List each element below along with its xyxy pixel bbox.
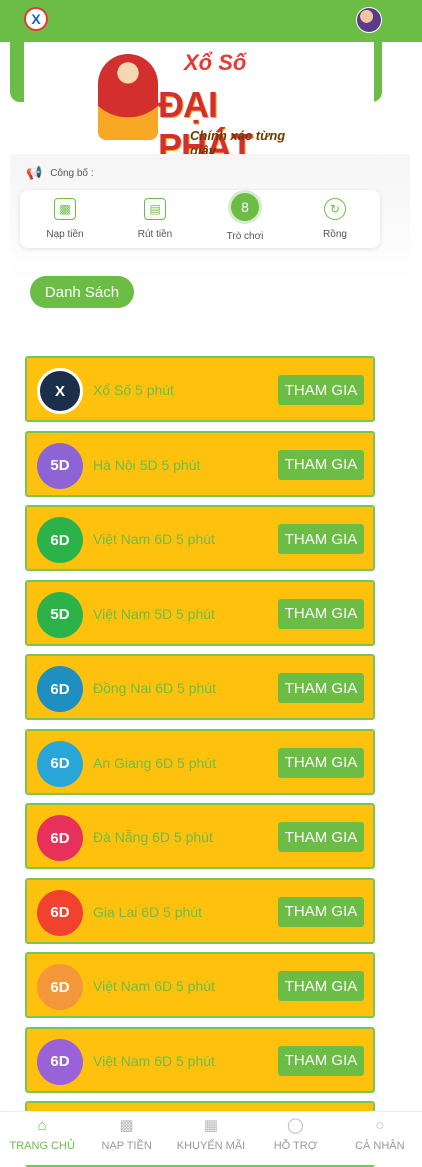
- game-card[interactable]: X Xổ Số 5 phút THAM GIA: [25, 356, 375, 422]
- game-name: Việt Nam 6D 5 phút: [93, 1052, 215, 1069]
- game-name: Hà Nội 5D 5 phút: [93, 456, 201, 473]
- brand-logo: Xổ Số ĐẠI PHÁT Chính xác từng giây: [98, 48, 308, 167]
- join-button[interactable]: THAM GIA: [278, 971, 364, 1001]
- nav-profile-label: CÁ NHÂN: [355, 1140, 405, 1152]
- withdraw-icon: ▤: [144, 198, 166, 220]
- dongnai-6d-game-icon: 6D: [37, 666, 83, 712]
- deposit-icon: ▩: [54, 198, 76, 220]
- game-name: An Giang 6D 5 phút: [93, 754, 216, 771]
- join-button[interactable]: THAM GIA: [278, 673, 364, 703]
- quick-dragon[interactable]: ↻ Rồng: [290, 190, 380, 248]
- user-icon: ○: [375, 1116, 385, 1134]
- game-card[interactable]: 6D Đồng Nai 6D 5 phút THAM GIA: [25, 654, 375, 720]
- game-name: Xổ Số 5 phút: [93, 382, 174, 398]
- join-button[interactable]: THAM GIA: [278, 375, 364, 405]
- game-name: Đà Nẵng 6D 5 phút: [93, 829, 213, 845]
- quick-game[interactable]: 8 Trò chơi: [200, 190, 290, 248]
- quick-deposit-label: Nạp tiền: [46, 229, 84, 240]
- home-icon: ⌂: [37, 1116, 47, 1134]
- game-card[interactable]: 6D Đà Nẵng 6D 5 phút THAM GIA: [25, 803, 375, 869]
- join-button[interactable]: THAM GIA: [278, 747, 364, 778]
- notice-bar: 📢 Công bố :: [26, 165, 94, 181]
- game-card[interactable]: 6D Việt Nam 6D 5 phút THAM GIA: [25, 505, 375, 571]
- game-card[interactable]: 5D Việt Nam 5D 5 phút THAM GIA: [25, 579, 375, 646]
- game-card[interactable]: 5D Hà Nội 5D 5 phút THAM GIA: [25, 430, 375, 497]
- gift-icon: ▦: [203, 1117, 219, 1134]
- game-name: Việt Nam 5D 5 phút: [93, 605, 215, 622]
- join-button[interactable]: THAM GIA: [278, 896, 364, 927]
- vietnam-6d-game-icon: 6D: [37, 517, 83, 563]
- nav-deposit[interactable]: ▩ NẠP TIỀN: [84, 1112, 168, 1165]
- x-logo-icon[interactable]: X: [24, 7, 48, 31]
- quick-game-label: Trò chơi: [226, 231, 264, 242]
- join-button[interactable]: THAM GIA: [278, 449, 364, 480]
- nav-deposit-label: NẠP TIỀN: [101, 1140, 152, 1152]
- game-card[interactable]: 6D An Giang 6D 5 phút THAM GIA: [25, 728, 375, 795]
- user-avatar[interactable]: [356, 7, 382, 33]
- nav-support-label: HỖ TRỢ: [273, 1140, 318, 1152]
- brand-title-top: Xổ Số: [184, 50, 247, 75]
- quick-withdraw[interactable]: ▤ Rút tiền: [110, 190, 200, 248]
- vietnam-5d-game-icon: 5D: [37, 591, 83, 638]
- notice-label: Công bố :: [50, 167, 94, 179]
- nav-promotion[interactable]: ▦ KHUYẾN MÃI: [169, 1112, 253, 1165]
- vietnam-6d-game-icon: 6D: [37, 1038, 83, 1085]
- game-card[interactable]: 6D Việt Nam 6D 5 phút THAM GIA: [25, 1026, 375, 1093]
- fortune-god-image: [98, 54, 158, 140]
- gialai-6d-game-icon: 6D: [37, 889, 83, 936]
- nav-promotion-label: KHUYẾN MÃI: [176, 1140, 246, 1152]
- join-button[interactable]: THAM GIA: [278, 598, 364, 629]
- xoso-game-icon: X: [37, 368, 83, 414]
- deposit-icon: ▩: [119, 1117, 134, 1134]
- game-icon: 8: [228, 190, 262, 224]
- megaphone-icon: 📢: [26, 165, 43, 180]
- game-name: Việt Nam 6D 5 phút: [93, 531, 215, 547]
- dragon-icon: ↻: [324, 198, 346, 220]
- headset-icon: ◯: [287, 1117, 304, 1134]
- game-card[interactable]: 6D Gia Lai 6D 5 phút THAM GIA: [25, 877, 375, 944]
- nav-home[interactable]: ⌂ TRANG CHỦ: [0, 1112, 84, 1165]
- game-card[interactable]: 6D Việt Nam 6D 5 phút THAM GIA: [25, 952, 375, 1018]
- join-button[interactable]: THAM GIA: [278, 524, 364, 554]
- nav-profile[interactable]: ○ CÁ NHÂN: [338, 1112, 422, 1165]
- list-button[interactable]: Danh Sách: [30, 276, 134, 308]
- quick-deposit[interactable]: ▩ Nạp tiền: [20, 190, 110, 248]
- join-button[interactable]: THAM GIA: [278, 822, 364, 852]
- danang-6d-game-icon: 6D: [37, 815, 83, 861]
- join-button[interactable]: THAM GIA: [278, 1045, 364, 1076]
- bottom-nav: ⌂ TRANG CHỦ ▩ NẠP TIỀN ▦ KHUYẾN MÃI ◯ HỖ…: [0, 1111, 422, 1165]
- angiang-6d-game-icon: 6D: [37, 740, 83, 787]
- hanoi-5d-game-icon: 5D: [37, 442, 83, 489]
- game-name: Gia Lai 6D 5 phút: [93, 903, 202, 920]
- game-name: Việt Nam 6D 5 phút: [93, 978, 215, 994]
- quick-dragon-label: Rồng: [323, 229, 347, 240]
- vietnam-6d-game-icon: 6D: [37, 964, 83, 1010]
- game-name: Đồng Nai 6D 5 phút: [93, 680, 216, 696]
- quick-withdraw-label: Rút tiền: [137, 229, 173, 240]
- nav-home-label: TRANG CHỦ: [9, 1140, 75, 1152]
- nav-support[interactable]: ◯ HỖ TRỢ: [253, 1112, 337, 1165]
- quick-actions: ▩ Nạp tiền ▤ Rút tiền 8 Trò chơi ↻ Rồng: [20, 190, 380, 248]
